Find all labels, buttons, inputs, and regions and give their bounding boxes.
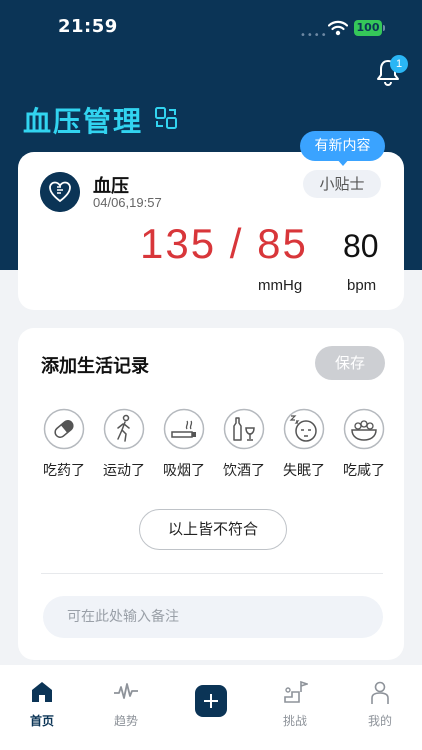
new-content-badge-tail — [336, 158, 350, 166]
blood-pressure-card[interactable]: 血压 04/06,19:57 小贴士 135 / 85 80 mmHg bpm — [18, 152, 404, 310]
life-item-label: 吃咸了 — [343, 463, 385, 479]
life-item-label: 运动了 — [103, 463, 145, 479]
life-item-insomnia[interactable]: 失眠了 — [274, 408, 334, 488]
switch-icon[interactable] — [154, 106, 178, 130]
battery-tip — [383, 25, 385, 31]
life-item-label: 饮酒了 — [223, 463, 265, 479]
life-item-salty[interactable]: 吃咸了 — [334, 408, 394, 488]
bp-unit: mmHg — [258, 277, 303, 294]
divider — [41, 573, 383, 574]
tab-label: 趋势 — [113, 714, 138, 728]
status-bar: 21:59 •••• 100 — [0, 0, 422, 52]
life-record-card: 添加生活记录 保存 吃药了 运动了 吸烟了 饮酒了 失眠了 吃咸了 以上皆不符合… — [18, 328, 404, 660]
challenge-icon — [284, 680, 308, 703]
note-input[interactable] — [43, 596, 383, 638]
bp-timestamp: 04/06,19:57 — [93, 195, 162, 210]
add-icon — [204, 694, 218, 708]
salty-food-icon — [343, 408, 385, 450]
tab-home[interactable]: 首页 — [12, 679, 72, 729]
new-content-badge[interactable]: 有新内容 — [300, 131, 385, 161]
tab-label: 挑战 — [282, 714, 307, 728]
cigarette-icon — [163, 408, 205, 450]
pulse-value: 80 — [343, 228, 379, 264]
home-icon — [32, 682, 52, 702]
tab-label: 我的 — [367, 714, 392, 728]
tab-trend[interactable]: 趋势 — [96, 679, 156, 729]
tab-challenge[interactable]: 挑战 — [265, 679, 325, 729]
notification-badge: 1 — [390, 55, 408, 73]
pulse-unit: bpm — [347, 277, 377, 294]
pill-icon — [43, 408, 85, 450]
sleep-face-icon — [283, 408, 325, 450]
life-item-exercise[interactable]: 运动了 — [94, 408, 154, 488]
life-record-title: 添加生活记录 — [41, 356, 149, 377]
battery-icon: 100 — [354, 20, 382, 36]
heart-icon — [40, 172, 80, 212]
life-item-label: 失眠了 — [283, 463, 325, 479]
profile-icon — [371, 681, 389, 704]
walking-icon — [103, 408, 145, 450]
add-record-button[interactable] — [195, 685, 227, 717]
status-time: 21:59 — [58, 16, 118, 37]
life-item-smoking[interactable]: 吸烟了 — [154, 408, 214, 488]
wifi-icon — [328, 20, 348, 36]
life-item-drinking[interactable]: 饮酒了 — [214, 408, 274, 488]
tab-profile[interactable]: 我的 — [350, 679, 410, 729]
tab-bar: 首页 趋势 挑战 我的 — [0, 665, 422, 750]
page-title: 血压管理 — [23, 105, 144, 138]
none-of-above-button[interactable]: 以上皆不符合 — [139, 509, 287, 550]
signal-icon: •••• — [300, 30, 328, 41]
tab-label: 首页 — [29, 714, 54, 728]
tips-button[interactable]: 小贴士 — [303, 170, 381, 198]
life-item-medicine[interactable]: 吃药了 — [34, 408, 94, 488]
save-button[interactable]: 保存 — [315, 346, 385, 380]
blood-pressure-value: 135 / 85 — [140, 220, 308, 267]
life-item-label: 吃药了 — [43, 463, 85, 479]
trend-icon — [114, 683, 138, 699]
wine-icon — [223, 408, 265, 450]
life-item-label: 吸烟了 — [163, 463, 205, 479]
